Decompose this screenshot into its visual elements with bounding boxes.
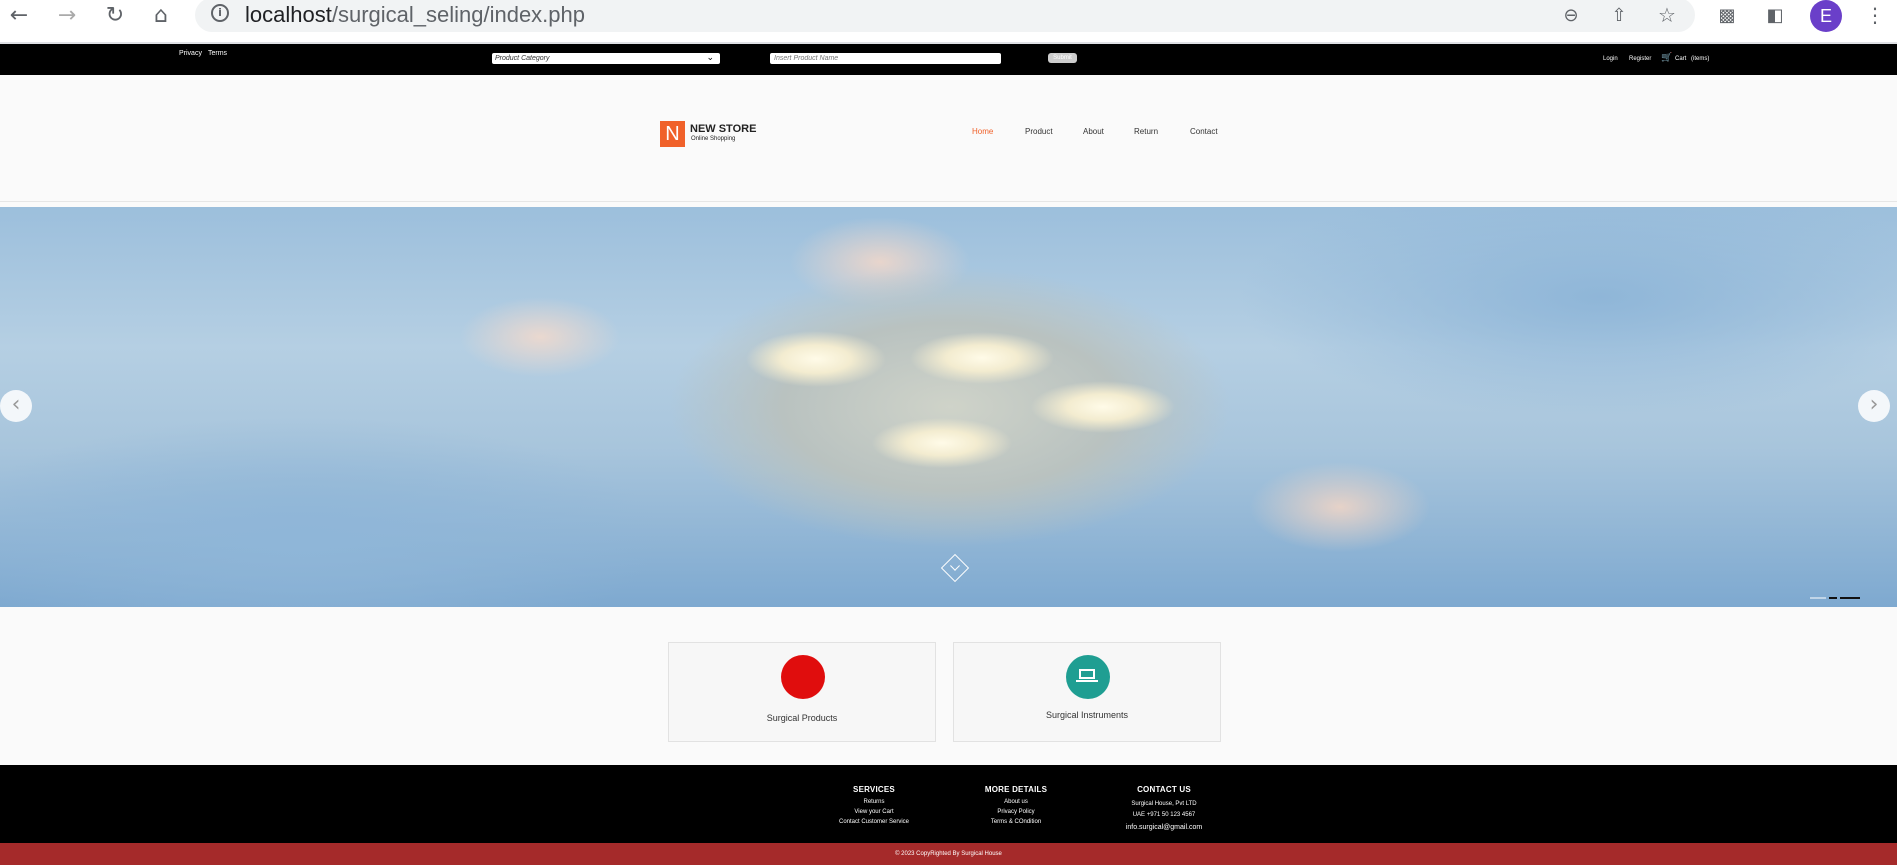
slider-indicator-1[interactable] [1810,597,1826,599]
address-bar[interactable]: i localhost/surgical_seling/index.php [195,0,1695,32]
home-icon[interactable]: ⌂ [146,0,176,30]
register-link[interactable]: Register [1629,56,1651,62]
category-select[interactable]: Product Category ⌄ [492,52,720,64]
footer-phone: UAE +971 50 123 4567 [1132,812,1196,818]
extensions-icon[interactable]: ▩ [1712,0,1742,30]
footer-heading: CONTACT US [1137,785,1191,794]
reload-icon[interactable]: ↻ [100,0,130,30]
slider-prev-button[interactable]: ‹ [0,390,32,422]
footer-email[interactable]: info.surgical@gmail.com [1114,824,1214,831]
scroll-down-icon[interactable] [940,553,970,583]
cart-icon[interactable]: 🛒 [1661,53,1672,63]
forward-icon[interactable]: → [52,0,82,30]
cart-count: (items) [1691,56,1710,62]
footer-heading: SERVICES [853,785,895,794]
footer-contact: CONTACT US Surgical House, Pvt LTD UAE +… [1114,785,1214,831]
slider-indicator-3[interactable] [1840,597,1860,599]
nav-about[interactable]: About [1083,127,1104,136]
profile-avatar[interactable]: E [1810,0,1842,32]
category-label: Surgical Products [766,713,838,723]
site-info-icon[interactable]: i [211,4,229,22]
logo-title[interactable]: NEW STORE [690,123,756,135]
footer-link-returns[interactable]: Returns [834,799,914,805]
footer-link-about[interactable]: About us [966,799,1066,805]
category-card-surgical-products[interactable]: Surgical Products [668,642,936,742]
share-icon[interactable]: ⇧ [1604,0,1634,30]
nav-contact[interactable]: Contact [1190,127,1218,136]
category-card-surgical-instruments[interactable]: Surgical Instruments [953,642,1221,742]
category-circle-icon [781,655,825,699]
submit-button[interactable]: Submit [1048,53,1077,63]
bookmark-star-icon[interactable]: ☆ [1652,0,1682,30]
top-bar: Privacy Terms Product Category ⌄ Submit … [0,44,1897,75]
cart-link[interactable]: Cart [1675,56,1686,62]
site-header: N NEW STORE Online Shopping Home Product… [0,75,1897,202]
nav-return[interactable]: Return [1134,127,1158,136]
logo-icon[interactable]: N [660,121,685,147]
copyright-bar: © 2023 CopyRighted By Surgical House [0,843,1897,865]
zoom-out-icon[interactable]: ⊖ [1556,0,1586,30]
footer-services: SERVICES Returns View your Cart Contact … [834,785,914,825]
footer-address: Surgical House, Pvt LTD [1131,801,1197,807]
side-panel-icon[interactable]: ◧ [1760,0,1790,30]
hero-slider-image: ‹ › [0,207,1897,607]
back-icon[interactable]: ← [4,0,34,30]
privacy-link[interactable]: Privacy [179,50,202,57]
footer-heading: MORE DETAILS [984,785,1048,794]
laptop-icon [1066,655,1110,699]
url-text: localhost/surgical_seling/index.php [245,2,586,27]
category-label: Surgical Instruments [1045,710,1129,720]
logo-subtitle: Online Shopping [691,136,736,142]
footer-link-cart[interactable]: View your Cart [834,809,914,815]
site-footer: SERVICES Returns View your Cart Contact … [0,765,1897,843]
footer-more-details: MORE DETAILS About us Privacy Policy Ter… [966,785,1066,825]
nav-product[interactable]: Product [1025,127,1053,136]
product-search-input[interactable] [770,53,1001,64]
terms-link[interactable]: Terms [208,50,227,57]
footer-link-customer-service[interactable]: Contact Customer Service [834,819,914,825]
slider-indicator-2[interactable] [1829,597,1837,599]
slider-next-button[interactable]: › [1858,390,1890,422]
nav-home[interactable]: Home [972,127,993,136]
menu-kebab-icon[interactable]: ⋮ [1860,0,1890,30]
footer-link-privacy[interactable]: Privacy Policy [966,809,1066,815]
browser-chrome: ← → ↻ ⌂ i localhost/surgical_seling/inde… [0,0,1897,44]
footer-link-terms[interactable]: Terms & COndition [966,819,1066,825]
login-link[interactable]: Login [1603,56,1618,62]
chevron-down-icon: ⌄ [706,52,714,62]
